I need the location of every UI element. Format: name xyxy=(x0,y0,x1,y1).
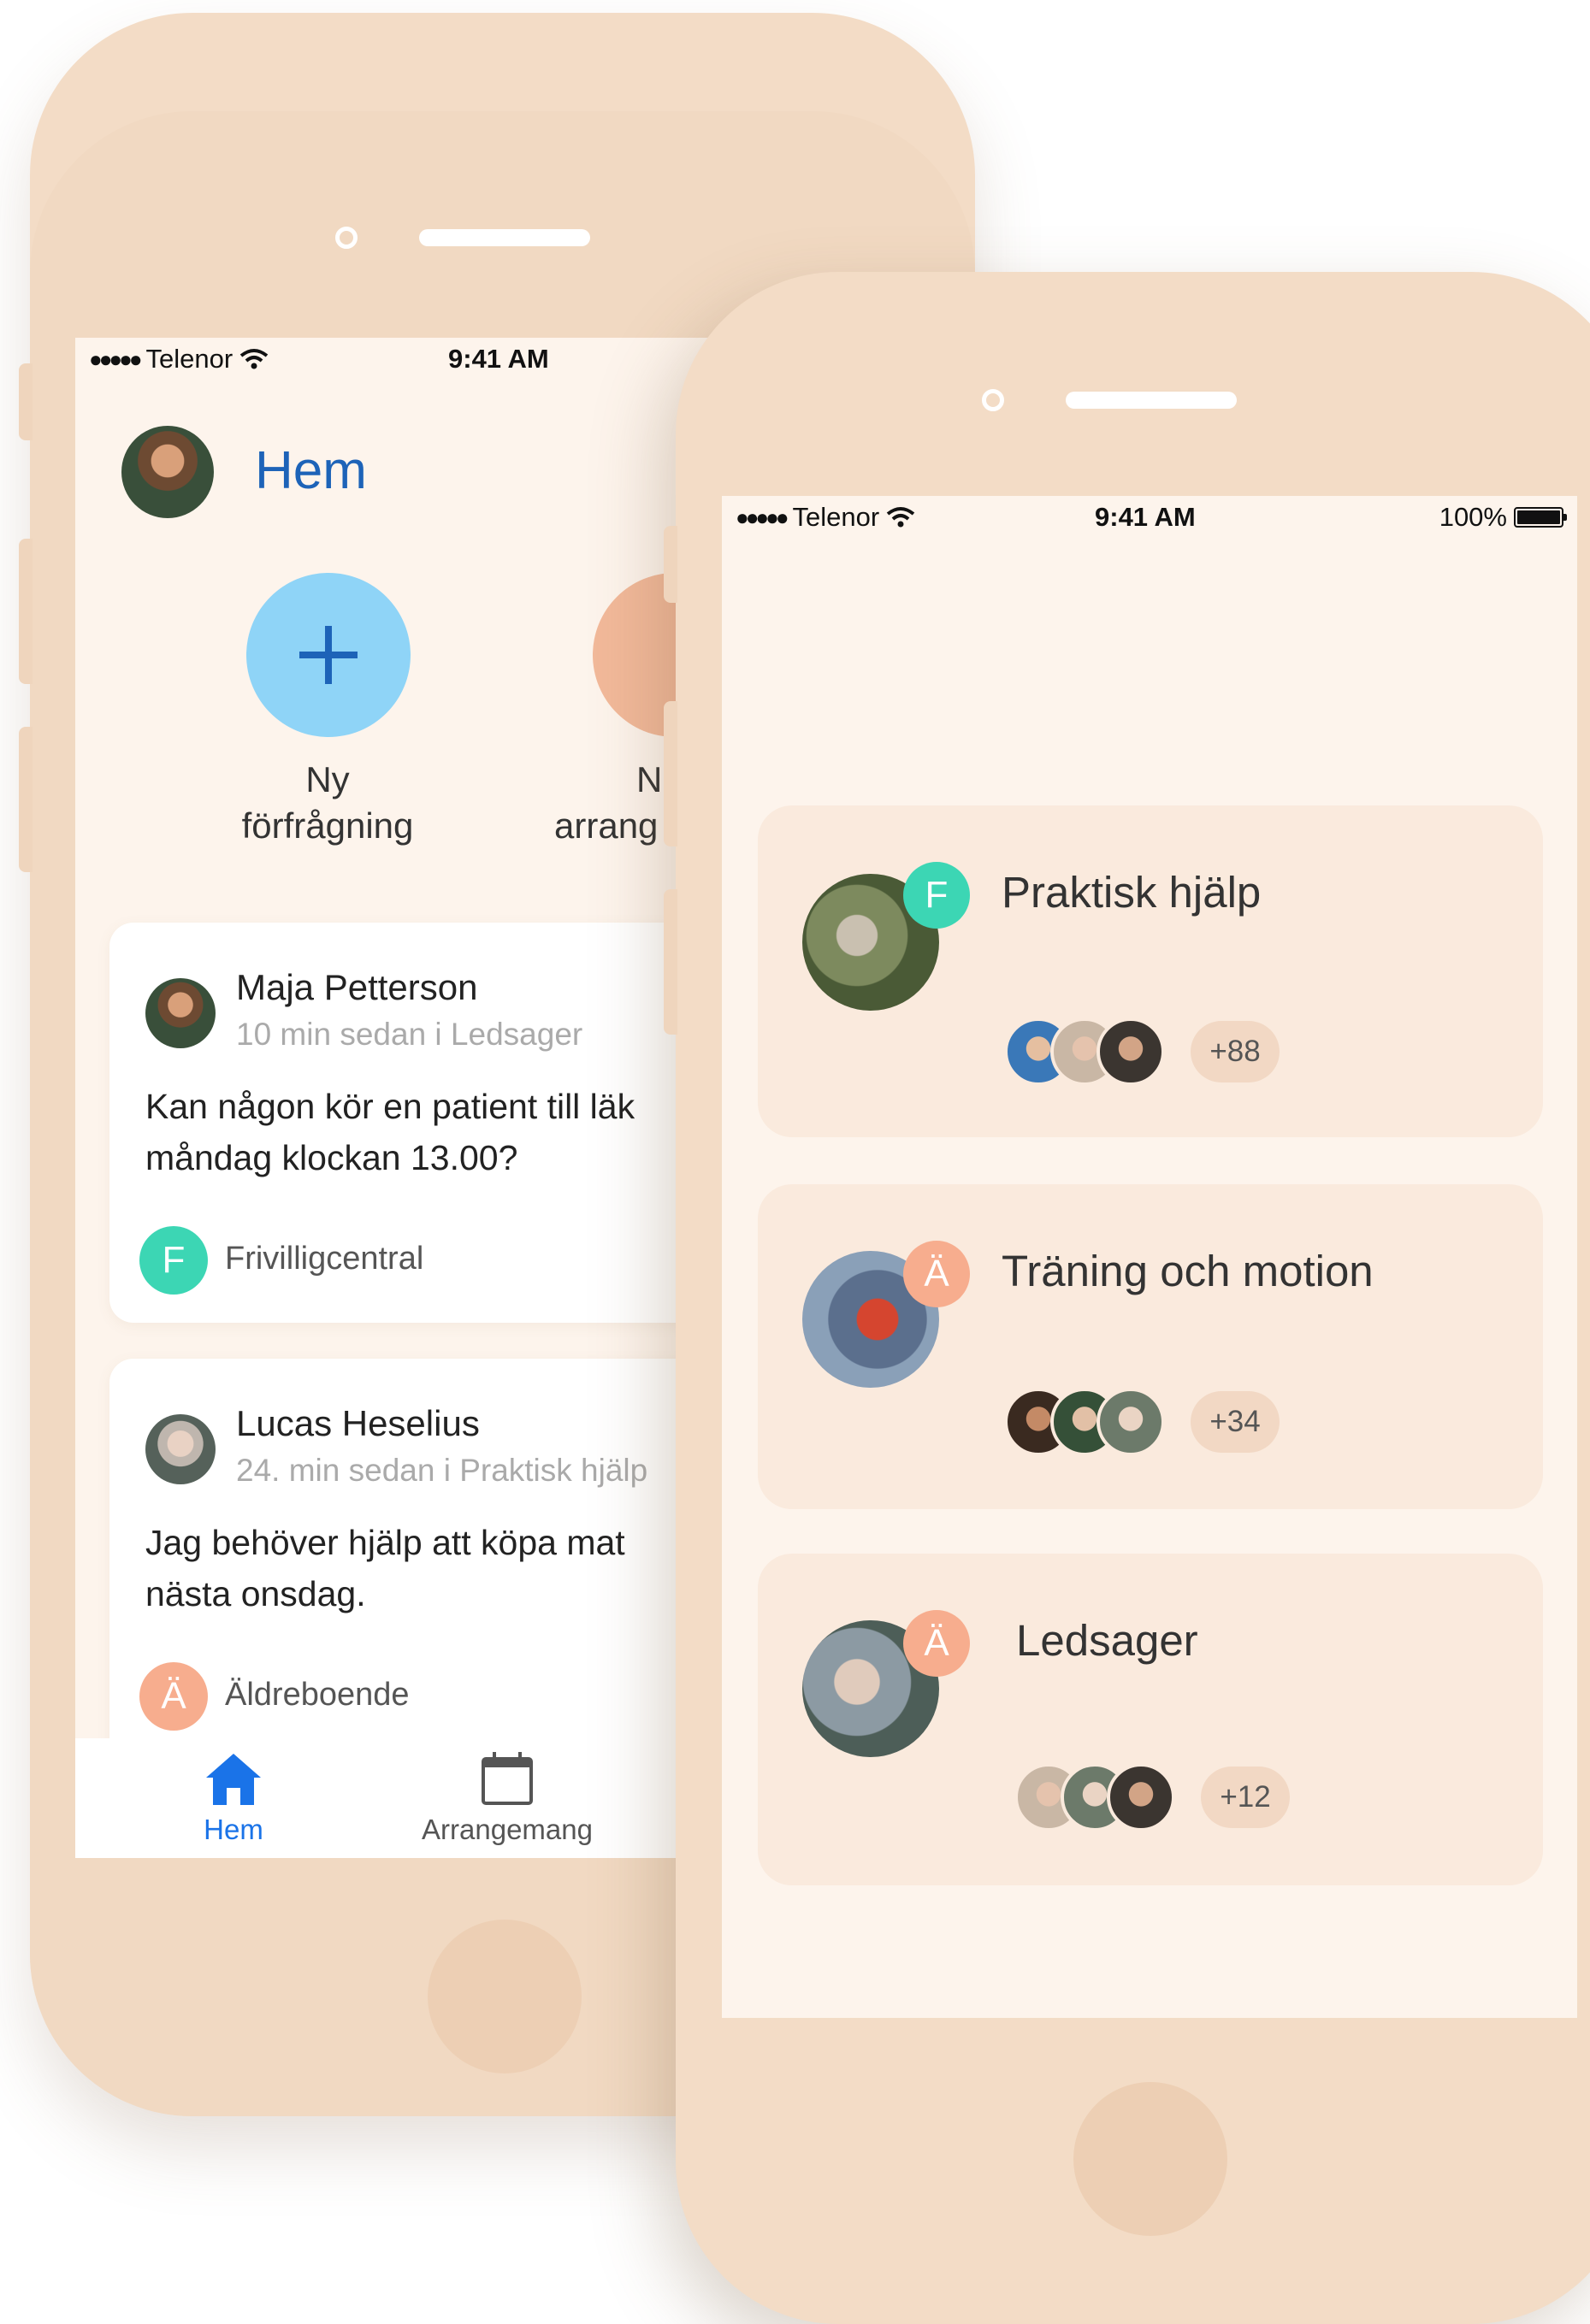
front-home-button[interactable] xyxy=(1073,2082,1227,2236)
battery-icon xyxy=(1514,507,1567,528)
volume-up-button xyxy=(19,539,33,684)
signal-dots-icon: ●●●●● xyxy=(89,345,142,372)
group-card-ledsager[interactable]: Ä Ledsager +12 xyxy=(758,1554,1543,1885)
group-badge: Ä xyxy=(903,1610,970,1677)
front-phone-camera xyxy=(982,389,1004,411)
org-badge: F xyxy=(139,1226,208,1295)
front-camera xyxy=(335,227,358,249)
author-name: Lucas Heselius xyxy=(236,1403,480,1443)
calendar-icon xyxy=(482,1752,533,1805)
member-count: +88 xyxy=(1191,1021,1280,1082)
org-name: Frivilligcentral xyxy=(225,1241,424,1277)
volume-down-button xyxy=(19,727,33,872)
front-volume-up-button xyxy=(664,701,677,846)
group-card-praktisk-hjalp[interactable]: F Praktisk hjälp +88 xyxy=(758,805,1543,1137)
tab-arrangemang-label: Arrangemang xyxy=(422,1814,593,1845)
mute-switch xyxy=(19,363,33,440)
author-name: Maja Petterson xyxy=(236,967,478,1007)
signal-dots-icon: ●●●●● xyxy=(736,504,789,530)
author-avatar xyxy=(145,978,216,1048)
status-bar: ●●●●● Telenor 9:41 AM 100% xyxy=(722,496,1577,539)
front-volume-down-button xyxy=(664,889,677,1035)
earpiece-speaker xyxy=(419,229,590,246)
post-meta: 24. min sedan i Praktisk hjälp xyxy=(236,1453,648,1488)
group-card-traning-och-motion[interactable]: Ä Träning och motion +34 xyxy=(758,1184,1543,1509)
member-avatar xyxy=(1096,1017,1165,1086)
author-avatar xyxy=(145,1414,216,1484)
front-phone-speaker xyxy=(1066,392,1237,409)
post-meta: 10 min sedan i Ledsager xyxy=(236,1017,583,1052)
post-message-line2: nästa onsdag. xyxy=(145,1574,366,1613)
tab-home-label: Hem xyxy=(204,1814,263,1845)
group-title: Praktisk hjälp xyxy=(1002,868,1262,917)
member-avatar xyxy=(1107,1763,1175,1831)
plus-icon xyxy=(299,626,358,684)
home-button[interactable] xyxy=(428,1920,582,2073)
post-message-line1: Jag behöver hjälp att köpa mat xyxy=(145,1523,625,1562)
member-count: +34 xyxy=(1191,1391,1280,1453)
status-time: 9:41 AM xyxy=(1095,502,1196,532)
new-request-button[interactable] xyxy=(246,573,411,737)
profile-avatar[interactable] xyxy=(121,426,214,518)
battery-indicator: 100% xyxy=(1439,502,1567,533)
org-name: Äldreboende xyxy=(225,1677,410,1713)
group-badge: Ä xyxy=(903,1241,970,1307)
carrier-name: Telenor xyxy=(145,344,233,374)
org-badge: Ä xyxy=(139,1662,208,1731)
status-time: 9:41 AM xyxy=(448,344,549,374)
tab-arrangemang[interactable]: Arrangemang xyxy=(405,1750,610,1846)
post-message-line2: måndag klockan 13.00? xyxy=(145,1138,518,1177)
tab-home[interactable]: Hem xyxy=(182,1750,285,1846)
new-request-label: Ny förfrågning xyxy=(241,759,414,846)
carrier-indicator: ●●●●● Telenor xyxy=(736,502,915,533)
battery-percent: 100% xyxy=(1439,502,1507,532)
carrier-indicator: ●●●●● Telenor xyxy=(89,344,269,375)
post-message-line1: Kan någon kör en patient till läk xyxy=(145,1087,635,1126)
group-badge: F xyxy=(903,862,970,929)
carrier-name: Telenor xyxy=(792,502,880,532)
front-phone-screen: ●●●●● Telenor 9:41 AM 100% F Praktisk hj… xyxy=(722,496,1577,2018)
member-count: +12 xyxy=(1201,1767,1290,1828)
wifi-icon xyxy=(239,349,269,369)
group-title: Ledsager xyxy=(1016,1616,1198,1665)
front-mute-switch xyxy=(664,526,677,603)
group-title: Träning och motion xyxy=(1002,1247,1374,1295)
home-icon xyxy=(206,1754,261,1805)
member-avatar xyxy=(1096,1388,1165,1456)
wifi-icon xyxy=(886,507,915,528)
page-title: Hem xyxy=(255,441,367,500)
